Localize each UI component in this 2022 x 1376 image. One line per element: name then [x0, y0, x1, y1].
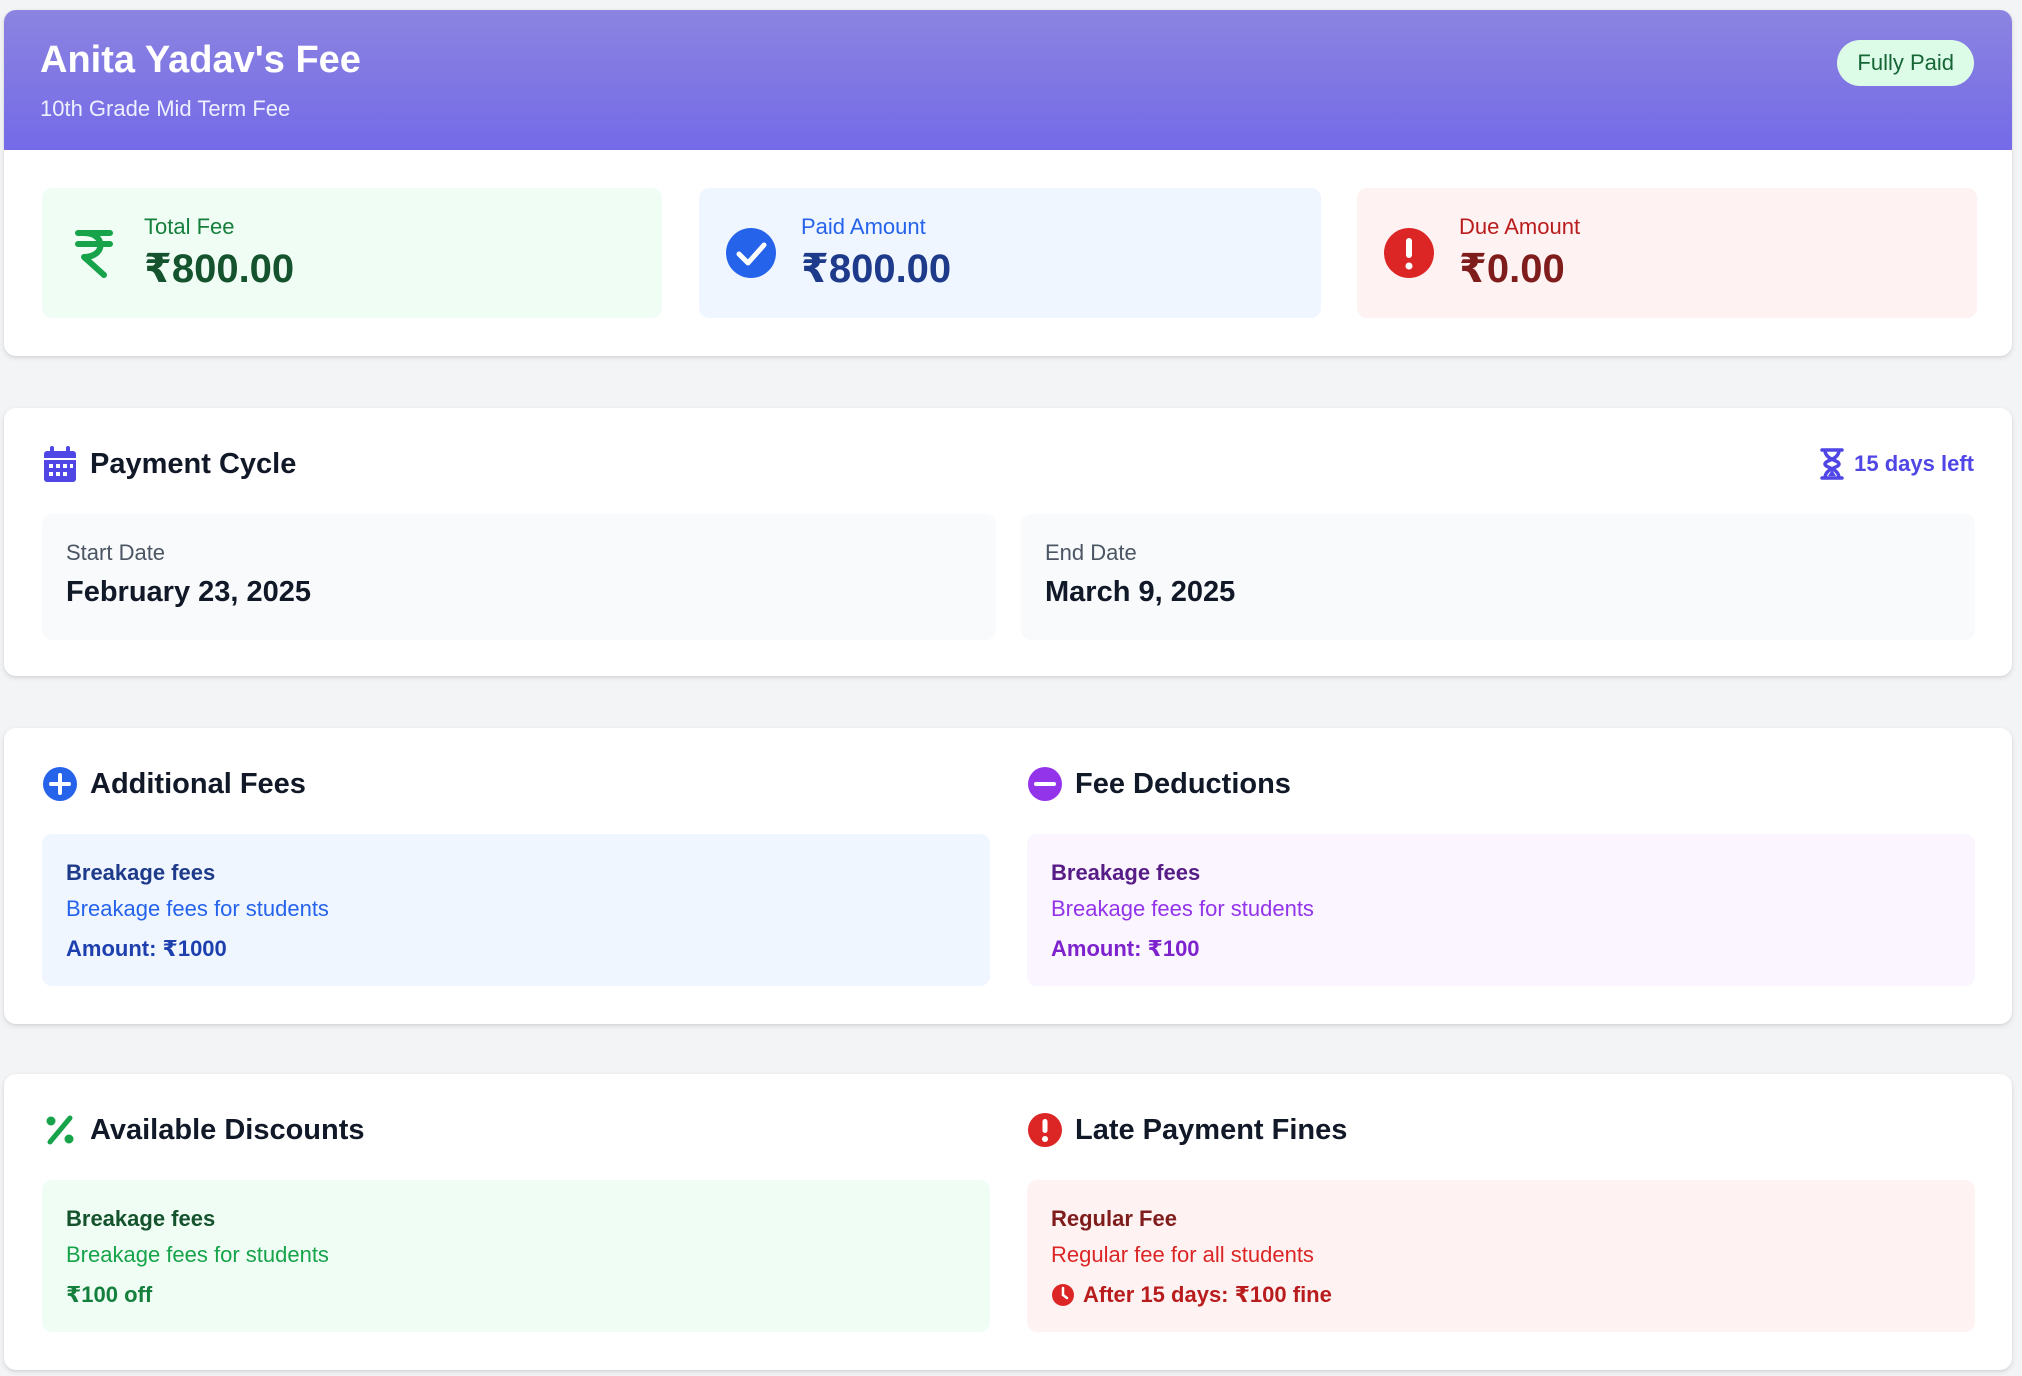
discount-amount: ₹100 off	[66, 1282, 153, 1307]
discounts-title: Available Discounts	[90, 1113, 365, 1146]
discounts-fines-card: Available Discounts Breakage fees Breaka…	[4, 1074, 2012, 1370]
total-fee-label: Total Fee	[144, 214, 235, 239]
minus-circle-icon	[1027, 766, 1063, 802]
fee-deduction-amount: Amount: ₹100	[1051, 936, 1200, 961]
due-amount-stat: Due Amount ₹0.00	[1357, 188, 1977, 318]
fee-deduction-item: Breakage fees Breakage fees for students…	[1027, 834, 1975, 986]
start-date-value: February 23, 2025	[66, 576, 312, 608]
fee-header: Anita Yadav's Fee 10th Grade Mid Term Fe…	[4, 10, 2012, 150]
check-circle-icon	[725, 227, 777, 279]
page-subtitle: 10th Grade Mid Term Fee	[40, 96, 291, 121]
alert-circle-icon	[1383, 227, 1435, 279]
due-amount-label: Due Amount	[1459, 214, 1581, 239]
fee-summary-card: Anita Yadav's Fee 10th Grade Mid Term Fe…	[4, 10, 2012, 356]
calendar-icon	[42, 446, 78, 482]
additional-fee-name: Breakage fees	[66, 860, 216, 885]
late-fine-rule-text: After 15 days: ₹100 fine	[1083, 1282, 1332, 1307]
paid-amount-stat: Paid Amount ₹800.00	[699, 188, 1321, 318]
days-left-text: 15 days left	[1854, 451, 1974, 476]
alert-circle-icon	[1027, 1112, 1063, 1148]
discount-description: Breakage fees for students	[66, 1242, 329, 1267]
payment-cycle-card: Payment Cycle 15 days left Start Date Fe…	[4, 408, 2012, 676]
fees-adjustments-card: Additional Fees Breakage fees Breakage f…	[4, 728, 2012, 1024]
late-fine-rule: After 15 days: ₹100 fine	[1051, 1282, 1951, 1308]
late-fines-heading: Late Payment Fines	[1027, 1112, 1347, 1148]
fee-deductions-title: Fee Deductions	[1075, 767, 1291, 800]
discounts-heading: Available Discounts	[42, 1112, 365, 1148]
clock-icon	[1052, 1284, 1074, 1306]
payment-cycle-heading: Payment Cycle	[42, 446, 296, 482]
rupee-icon	[68, 227, 120, 279]
days-left-indicator: 15 days left	[1820, 448, 1974, 480]
end-date-value: March 9, 2025	[1045, 576, 1236, 608]
end-date-label: End Date	[1045, 540, 1137, 565]
fee-deduction-description: Breakage fees for students	[1051, 896, 1314, 921]
fee-details-page: Anita Yadav's Fee 10th Grade Mid Term Fe…	[0, 0, 2022, 1376]
stats-row: Total Fee ₹800.00 Paid Amount ₹800.00 Du…	[4, 150, 2012, 356]
additional-fee-item: Breakage fees Breakage fees for students…	[42, 834, 990, 986]
hourglass-icon	[1820, 448, 1844, 480]
start-date-label: Start Date	[66, 540, 166, 565]
page-title: Anita Yadav's Fee	[40, 39, 361, 81]
start-date-box: Start Date February 23, 2025	[42, 514, 996, 640]
late-fine-name: Regular Fee	[1051, 1206, 1177, 1231]
percent-icon	[42, 1112, 78, 1148]
additional-fees-heading: Additional Fees	[42, 766, 306, 802]
total-fee-amount: ₹800.00	[144, 247, 295, 291]
late-fine-description: Regular fee for all students	[1051, 1242, 1314, 1267]
late-fines-title: Late Payment Fines	[1075, 1113, 1348, 1146]
due-amount-value: ₹0.00	[1459, 247, 1565, 291]
additional-fee-amount: Amount: ₹1000	[66, 936, 227, 961]
end-date-box: End Date March 9, 2025	[1021, 514, 1975, 640]
fee-deduction-name: Breakage fees	[1051, 860, 1201, 885]
additional-fees-title: Additional Fees	[90, 767, 306, 800]
late-fine-item: Regular Fee Regular fee for all students…	[1027, 1180, 1975, 1332]
status-badge: Fully Paid	[1837, 40, 1974, 86]
fee-deductions-heading: Fee Deductions	[1027, 766, 1291, 802]
payment-cycle-title: Payment Cycle	[90, 447, 297, 480]
paid-amount-label: Paid Amount	[801, 214, 926, 239]
discount-name: Breakage fees	[66, 1206, 216, 1231]
paid-amount-value: ₹800.00	[801, 247, 952, 291]
additional-fee-description: Breakage fees for students	[66, 896, 329, 921]
plus-circle-icon	[42, 766, 78, 802]
discount-item: Breakage fees Breakage fees for students…	[42, 1180, 990, 1332]
total-fee-stat: Total Fee ₹800.00	[42, 188, 662, 318]
